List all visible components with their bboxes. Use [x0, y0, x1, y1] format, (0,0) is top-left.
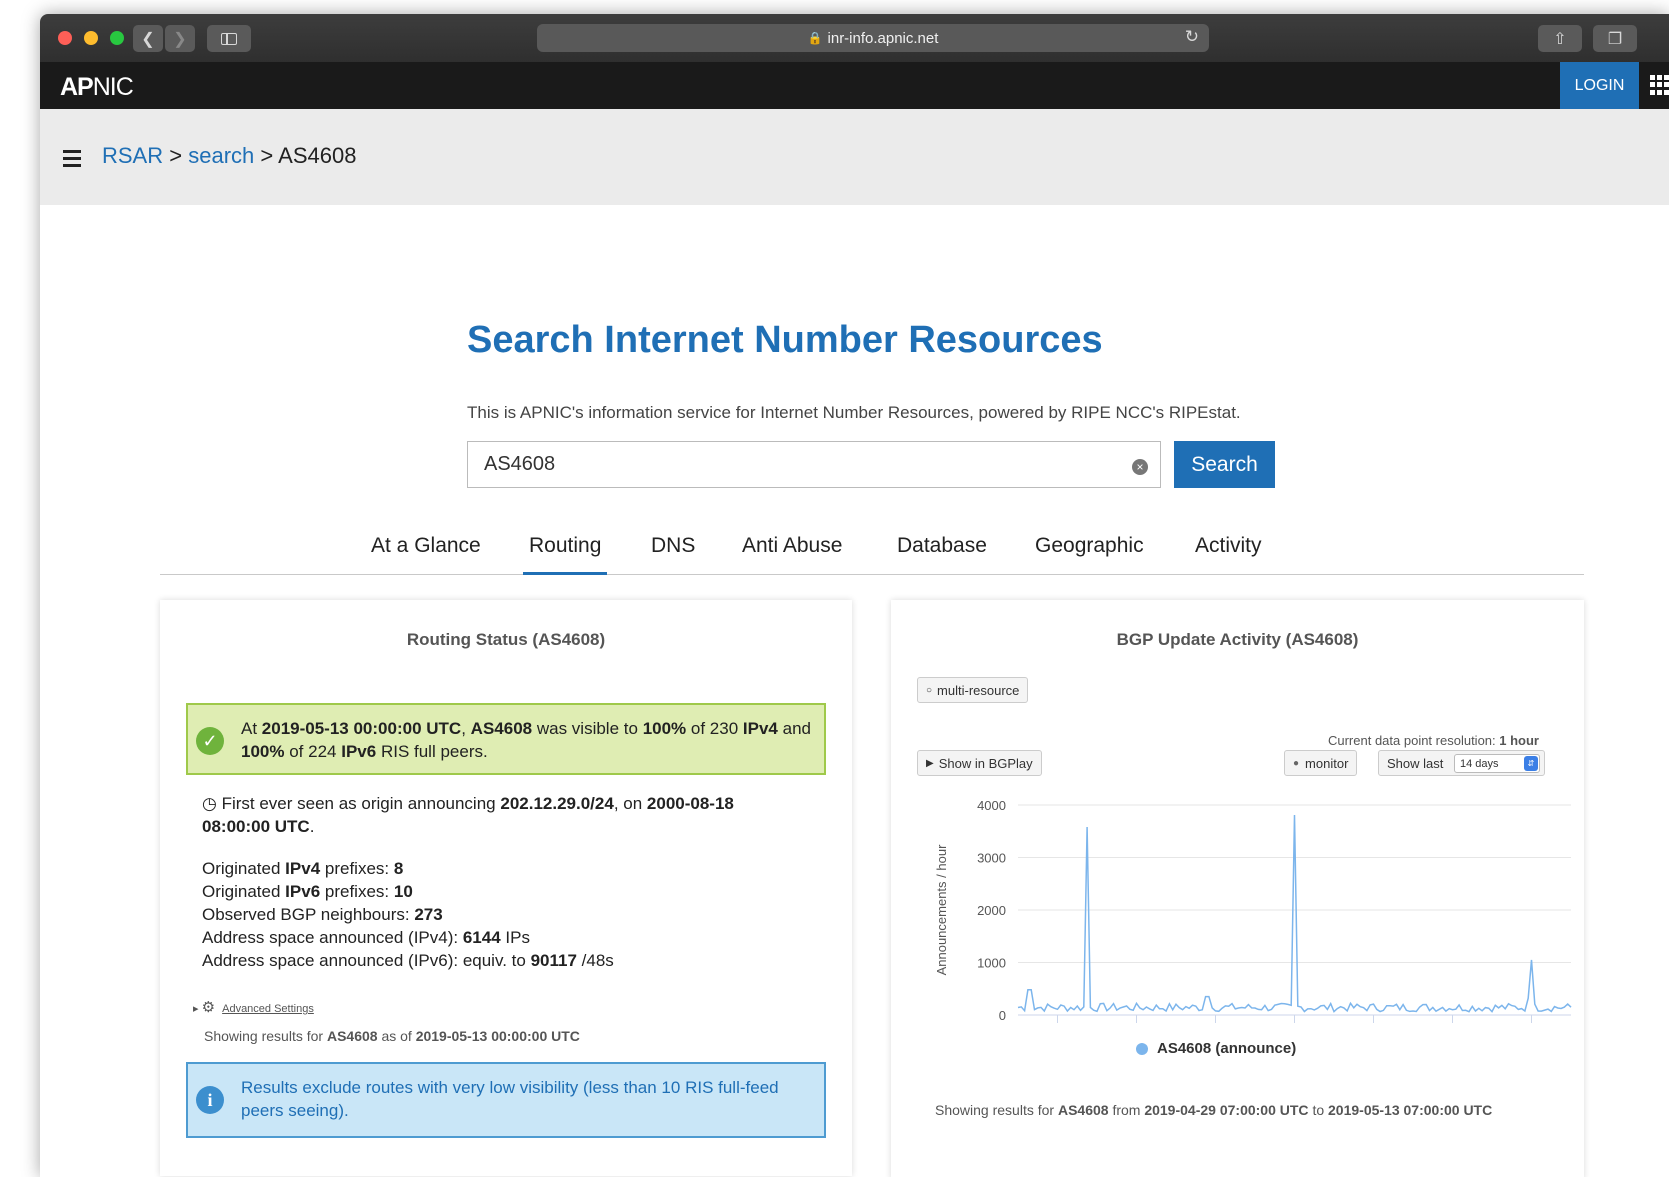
y-tick-label: 3000 [977, 851, 1006, 866]
visibility-note-text: Results exclude routes with very low vis… [241, 1078, 779, 1120]
y-tick-label: 4000 [977, 798, 1006, 813]
forward-button[interactable]: ❯ [165, 25, 195, 52]
breadcrumb-rsar[interactable]: RSAR [102, 143, 163, 168]
bgp-update-chart: 0100020003000400030. Apr2. May4. May6. M… [934, 798, 1572, 1023]
bgp-neighbours-line: Observed BGP neighbours: 273 [202, 905, 443, 924]
tab-database[interactable]: Database [897, 534, 987, 558]
advanced-settings-link[interactable]: Advanced Settings [222, 1003, 314, 1015]
tab-routing[interactable]: Routing [522, 534, 608, 575]
bgp-activity-panel: BGP Update Activity (AS4608) ○ multi-res… [891, 600, 1584, 1177]
breadcrumb-search[interactable]: search [188, 143, 254, 168]
tab-dns[interactable]: DNS [651, 534, 695, 558]
lock-icon: 🔒 [807, 31, 823, 45]
routing-stats: ◷ First ever seen as origin announcing 2… [202, 792, 802, 972]
chart-legend[interactable]: AS4608 (announce) [1136, 1040, 1296, 1057]
y-tick-label: 2000 [977, 903, 1006, 918]
bgp-showing-results: Showing results for AS4608 from 2019-04-… [935, 1102, 1493, 1118]
sidebar-icon [221, 32, 237, 45]
tabs-overview-button[interactable]: ❐ [1593, 25, 1637, 52]
sidebar-toggle-button[interactable] [207, 25, 251, 52]
search-value: AS4608 [484, 453, 556, 475]
apnic-logo[interactable]: APNIC [60, 73, 134, 102]
advanced-settings-toggle[interactable]: ▸ ⚙ Advanced Settings [193, 998, 314, 1016]
zoom-window-button[interactable] [110, 31, 124, 45]
tab-at-a-glance[interactable]: At a Glance [371, 534, 481, 558]
originated-ipv4-line: Originated IPv4 prefixes: 8 [202, 859, 404, 878]
address-space-ipv4-line: Address space announced (IPv4): 6144 IPs [202, 928, 530, 947]
bgp-activity-title: BGP Update Activity (AS4608) [1116, 630, 1359, 649]
routing-showing-results: Showing results for AS4608 as of 2019-05… [204, 1028, 580, 1044]
tab-anti-abuse[interactable]: Anti Abuse [742, 534, 842, 558]
originated-ipv6-line: Originated IPv6 prefixes: 10 [202, 882, 413, 901]
reload-icon[interactable]: ↻ [1185, 27, 1199, 47]
visibility-status-box: ✓ At 2019-05-13 00:00:00 UTC, AS4608 was… [186, 703, 826, 775]
caret-right-icon: ▸ [193, 1003, 199, 1015]
share-icon: ⇧ [1553, 30, 1567, 48]
tab-geographic[interactable]: Geographic [1035, 534, 1144, 558]
apps-grid-icon[interactable] [1650, 75, 1669, 95]
info-icon: i [196, 1086, 224, 1114]
show-last-control: Show last 14 days ⇵ [1378, 750, 1545, 776]
multi-resource-toggle[interactable]: ○ multi-resource [917, 677, 1029, 703]
routing-status-title: Routing Status (AS4608) [406, 630, 606, 649]
search-input[interactable]: AS4608 × [467, 441, 1161, 488]
period-select[interactable]: 14 days ⇵ [1454, 754, 1540, 773]
show-in-bgplay-button[interactable]: ▶ Show in BGPlay [917, 750, 1042, 776]
chevron-right-icon: ❯ [173, 30, 187, 48]
breadcrumb: RSAR > search > AS4608 [102, 143, 357, 168]
address-bar[interactable]: 🔒 inr-info.apnic.net ↻ [537, 24, 1209, 52]
breadcrumb-bar: RSAR > search > AS4608 [40, 109, 1669, 205]
resource-tabs: At a Glance Routing DNS Anti Abuse Datab… [160, 514, 1584, 575]
y-tick-label: 0 [999, 1008, 1006, 1023]
back-button[interactable]: ❮ [133, 25, 163, 52]
circle-icon: ○ [926, 684, 933, 696]
chevron-left-icon: ❮ [141, 30, 155, 48]
y-tick-label: 1000 [977, 956, 1006, 971]
page-title: Search Internet Number Resources [467, 319, 1103, 361]
menu-icon[interactable] [63, 150, 81, 171]
resolution-text: Current data point resolution: 1 hour [1327, 733, 1539, 748]
search-button[interactable]: Search [1174, 441, 1275, 488]
close-window-button[interactable] [58, 31, 72, 45]
site-header: APNIC LOGIN [40, 62, 1669, 109]
check-icon: ✓ [196, 727, 224, 755]
url-text: inr-info.apnic.net [827, 29, 939, 47]
monitor-button[interactable]: ● monitor [1284, 750, 1358, 776]
routing-status-panel: Routing Status (AS4608) ✓ At 2019-05-13 … [160, 600, 852, 1176]
page-subtitle: This is APNIC's information service for … [467, 403, 1241, 422]
breadcrumb-current: AS4608 [278, 143, 357, 168]
share-button[interactable]: ⇧ [1538, 25, 1582, 52]
clock-icon: ◷ [202, 794, 217, 813]
announce-series-line [1017, 814, 1572, 1013]
dot-icon: ● [1293, 757, 1300, 769]
browser-window: ❮ ❯ 🔒 inr-info.apnic.net ↻ ⇧ ❐ APNIC LOG… [40, 14, 1669, 1177]
legend-dot [1136, 1042, 1148, 1055]
clear-search-icon[interactable]: × [1132, 459, 1148, 475]
y-axis-label: Announcements / hour [934, 844, 949, 975]
play-icon: ▶ [926, 757, 934, 769]
address-space-ipv6-line: Address space announced (IPv6): equiv. t… [202, 951, 614, 970]
browser-titlebar: ❮ ❯ 🔒 inr-info.apnic.net ↻ ⇧ ❐ [40, 14, 1669, 63]
visibility-text: At 2019-05-13 00:00:00 UTC, AS4608 was v… [241, 719, 811, 761]
visibility-note-box: i Results exclude routes with very low v… [186, 1062, 826, 1138]
select-arrows-icon: ⇵ [1524, 756, 1538, 771]
tabs-icon: ❐ [1607, 30, 1623, 48]
login-button[interactable]: LOGIN [1560, 62, 1639, 109]
gear-icon: ⚙ [201, 999, 216, 1016]
tab-activity[interactable]: Activity [1195, 534, 1262, 558]
first-seen-line: ◷ First ever seen as origin announcing 2… [202, 794, 734, 836]
minimize-window-button[interactable] [84, 31, 98, 45]
